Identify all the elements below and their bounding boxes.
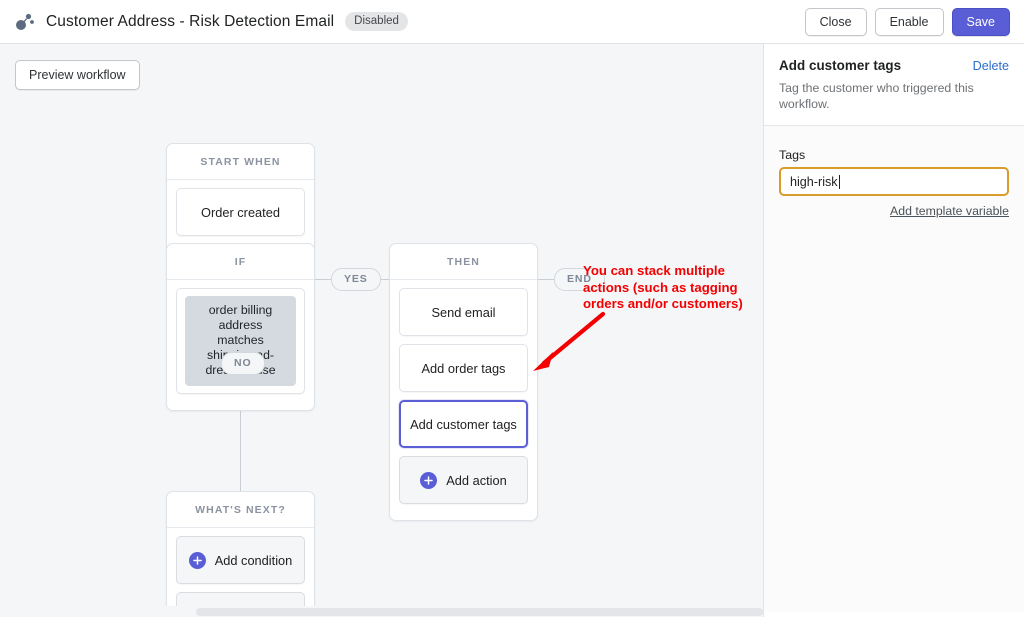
top-bar-actions: Close Enable Save [804,7,1010,36]
enable-button[interactable]: Enable [874,7,944,36]
close-button[interactable]: Close [804,7,867,36]
whats-next-group: WHAT'S NEXT? Add condition Add action [166,491,315,617]
action-node-add-order-tags[interactable]: Add order tags [399,344,528,392]
top-bar: Customer Address - Risk Detection Email … [0,0,1024,44]
status-badge: Disabled [345,12,408,31]
tags-input[interactable]: high-risk [779,167,1009,196]
panel-title: Add customer tags [779,58,902,73]
plus-icon [420,471,438,489]
panel-description: Tag the customer who triggered this work… [779,81,974,111]
action-node-send-email[interactable]: Send email [399,288,528,336]
panel-body: Tags high-risk Add template variable [764,125,1024,612]
trigger-group-heading: START WHEN [167,144,314,180]
trigger-node-order-created[interactable]: Order created [176,188,305,236]
canvas-scrollbar-thumb[interactable] [196,608,763,616]
if-group-heading: IF [167,244,314,280]
workflow-node-icon [13,11,35,33]
plus-icon [188,551,206,569]
action-node-add-customer-tags[interactable]: Add customer tags [399,400,528,448]
save-button[interactable]: Save [951,7,1010,36]
text-cursor [838,174,840,189]
whats-next-heading: WHAT'S NEXT? [167,492,314,528]
workflow-canvas[interactable]: Preview workflow START WHEN Order create… [0,44,763,617]
delete-action-link[interactable]: Delete [973,59,1009,73]
branch-label-yes: YES [331,268,381,291]
then-group: THEN Send email Add order tags Add custo… [389,243,538,521]
if-group: IF order billing address matches shippin… [166,243,315,411]
trigger-group: START WHEN Order created [166,143,315,253]
then-group-heading: THEN [390,244,537,280]
tags-input-value: high-risk [790,174,838,189]
add-template-variable-link[interactable]: Add template variable [779,204,1009,218]
preview-workflow-button[interactable]: Preview workflow [15,60,140,90]
add-condition-button[interactable]: Add condition [176,536,305,584]
then-add-action-button[interactable]: Add action [399,456,528,504]
add-condition-label: Add condition [214,552,293,568]
action-settings-panel: Add customer tags Delete Tag the custome… [763,44,1024,617]
canvas-horizontal-scrollbar[interactable] [0,606,763,617]
then-add-action-label: Add action [446,472,507,488]
branch-label-no: NO [221,352,265,375]
page-title: Customer Address - Risk Detection Email [46,12,335,30]
if-condition-node[interactable]: order billing address matches shipping a… [176,288,305,394]
annotation-text: You can stack multiple actions (such as … [583,263,743,311]
panel-header: Add customer tags Delete Tag the custome… [764,44,1024,125]
tags-field-label: Tags [779,148,806,162]
